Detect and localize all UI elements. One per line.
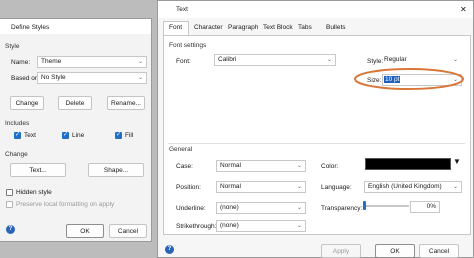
- transparency-label: Transparency:: [321, 205, 363, 212]
- transparency-value: 0%: [426, 203, 436, 210]
- case-value: Normal: [220, 162, 241, 169]
- define-styles-cancel-button[interactable]: Cancel: [109, 224, 147, 238]
- tab-bullets[interactable]: Bullets: [326, 24, 346, 31]
- language-select[interactable]: English (United Kingdom) ⌄: [364, 181, 462, 193]
- name-label: Name:: [11, 59, 31, 66]
- change-group-label: Change: [5, 151, 28, 158]
- name-value: Theme: [41, 58, 62, 65]
- chevron-down-icon: ⌄: [296, 223, 302, 229]
- font-value: Calibri: [218, 56, 237, 63]
- case-label: Case:: [176, 163, 193, 170]
- chevron-down-icon: ⌄: [296, 163, 302, 169]
- general-group-label: General: [169, 146, 193, 153]
- based-on-label: Based on:: [11, 75, 41, 82]
- preserve-local-checkbox[interactable]: [6, 201, 13, 208]
- hidden-style-checkbox[interactable]: [6, 189, 13, 196]
- chevron-down-icon: ⌄: [296, 184, 302, 190]
- name-select[interactable]: Theme ⌄: [37, 56, 147, 68]
- strikethrough-value: (none): [220, 222, 239, 229]
- shape-format-button[interactable]: Shape...: [88, 163, 144, 177]
- font-settings-group-label: Font settings: [169, 42, 207, 49]
- underline-value: (none): [220, 204, 239, 211]
- language-label: Language:: [321, 184, 352, 191]
- chevron-down-icon: ⌄: [137, 75, 143, 81]
- transparency-slider-track[interactable]: [364, 205, 409, 207]
- include-text-label: Text: [24, 132, 36, 139]
- text-ok-button[interactable]: OK: [375, 244, 415, 258]
- tab-tabs[interactable]: Tabs: [298, 24, 312, 31]
- chevron-down-icon: ⌄: [137, 59, 143, 65]
- based-on-select[interactable]: No Style ⌄: [37, 72, 147, 84]
- delete-button[interactable]: Delete: [58, 96, 92, 110]
- transparency-input[interactable]: 0%: [410, 201, 440, 213]
- general-divider: [168, 143, 465, 144]
- transparency-slider-thumb[interactable]: [363, 201, 366, 210]
- case-select[interactable]: Normal ⌄: [216, 160, 306, 172]
- highlight-ellipse: [354, 68, 464, 90]
- hidden-style-label: Hidden style: [16, 189, 52, 196]
- text-cancel-button[interactable]: Cancel: [419, 244, 459, 258]
- style-select[interactable]: Regular ⌄: [366, 54, 462, 66]
- strikethrough-label: Strikethrough:: [176, 223, 217, 230]
- position-label: Position:: [176, 184, 201, 191]
- help-icon[interactable]: ?: [165, 245, 174, 254]
- rename-button[interactable]: Rename...: [107, 96, 145, 110]
- language-value: English (United Kingdom): [368, 183, 442, 190]
- tab-paragraph[interactable]: Paragraph: [228, 24, 258, 31]
- position-value: Normal: [220, 183, 241, 190]
- text-dialog: Text ✕ Font Character Paragraph Text Blo…: [157, 0, 474, 258]
- help-icon[interactable]: ?: [6, 225, 15, 234]
- chevron-down-icon: ⌄: [452, 57, 458, 63]
- position-select[interactable]: Normal ⌄: [216, 181, 306, 193]
- strikethrough-select[interactable]: (none) ⌄: [216, 220, 306, 232]
- color-label: Color:: [321, 163, 339, 170]
- include-fill-label: Fill: [125, 132, 134, 139]
- tab-character[interactable]: Character: [194, 24, 223, 31]
- tab-font-label: Font: [169, 24, 183, 31]
- chevron-down-icon: ⌄: [326, 57, 332, 63]
- underline-select[interactable]: (none) ⌄: [216, 202, 306, 214]
- style-group-label: Style: [5, 43, 20, 50]
- font-label: Font:: [176, 58, 191, 65]
- caret-down-icon[interactable]: ▼: [453, 157, 461, 166]
- color-swatch[interactable]: [365, 158, 451, 170]
- tab-text-block[interactable]: Text Block: [263, 24, 293, 31]
- define-styles-dialog: Define Styles Style Name: Theme ⌄ Based …: [0, 18, 152, 242]
- chevron-down-icon: ⌄: [296, 205, 302, 211]
- preserve-local-label: Preserve local formatting on apply: [16, 201, 115, 208]
- text-format-button[interactable]: Text...: [10, 163, 66, 177]
- chevron-down-icon: ⌄: [452, 184, 458, 190]
- font-select[interactable]: Calibri ⌄: [214, 54, 336, 66]
- define-styles-title: Define Styles: [11, 24, 50, 31]
- apply-button[interactable]: Apply: [321, 244, 361, 258]
- style-value: Regular: [384, 56, 407, 63]
- based-on-value: No Style: [41, 74, 66, 81]
- underline-label: Underline:: [176, 205, 206, 212]
- includes-group-label: Includes: [5, 120, 30, 127]
- include-text-checkbox[interactable]: ✓: [14, 132, 21, 139]
- include-fill-checkbox[interactable]: ✓: [115, 132, 122, 139]
- text-dialog-title: Text: [176, 6, 188, 13]
- include-line-label: Line: [72, 132, 85, 139]
- close-icon[interactable]: ✕: [460, 5, 467, 14]
- change-button[interactable]: Change: [10, 96, 44, 110]
- text-dialog-titlebar: [158, 1, 473, 18]
- define-styles-ok-button[interactable]: OK: [66, 224, 104, 238]
- include-line-checkbox[interactable]: ✓: [62, 132, 69, 139]
